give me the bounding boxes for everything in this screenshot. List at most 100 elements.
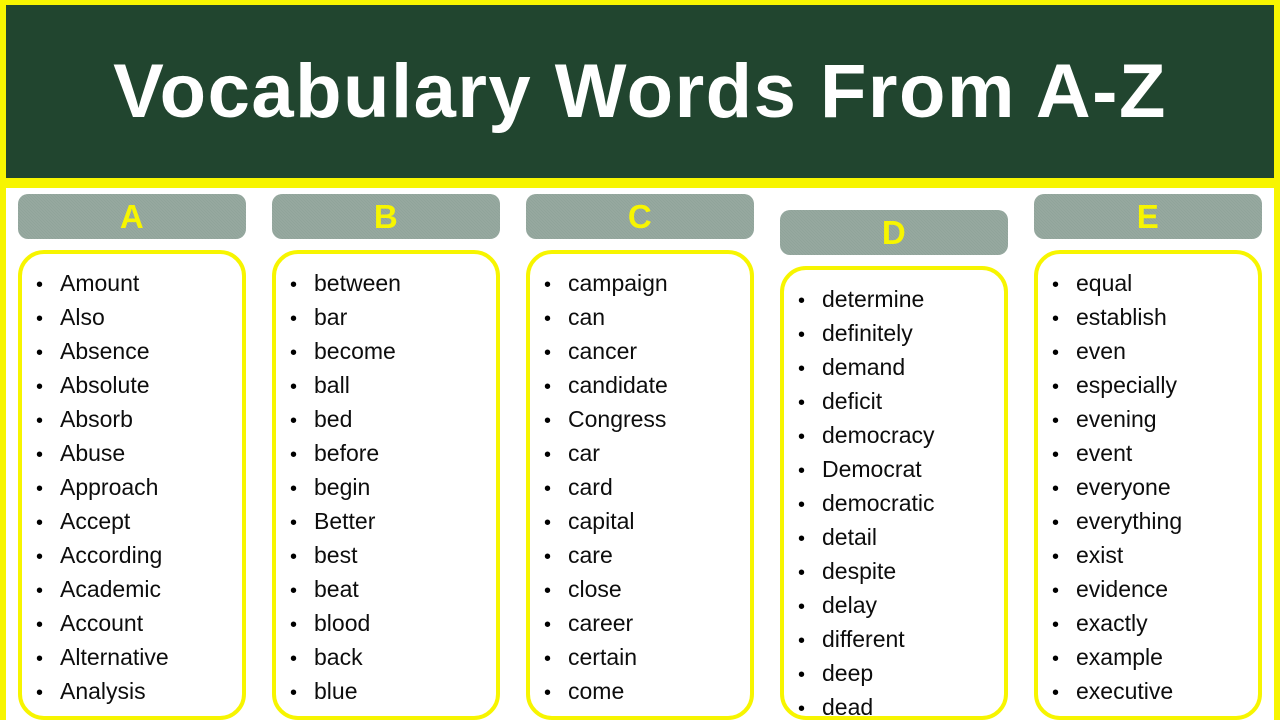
word-card-e: • equal • establish • even • especially • evening… xyxy=(1034,250,1262,720)
vocabulary-word: Absorb xyxy=(60,406,133,432)
list-item: • can xyxy=(544,301,742,335)
letter-column-e: E • equal • establish • even • especially • evenin… xyxy=(1034,194,1262,720)
bullet-icon: • xyxy=(1052,546,1060,568)
column-letter: E xyxy=(1136,198,1160,235)
page-title: Vocabulary Words From A-Z xyxy=(113,48,1167,134)
bullet-icon: • xyxy=(1052,614,1060,636)
list-item: • Better xyxy=(290,505,488,539)
list-item: • campaign xyxy=(544,267,742,301)
list-item: • everything xyxy=(1052,505,1250,539)
vocabulary-word: Alternative xyxy=(60,644,169,670)
word-list: • determine • definitely • demand • deficit • dem… xyxy=(798,283,996,720)
vocabulary-word: democracy xyxy=(822,422,935,448)
list-item: • Account xyxy=(36,607,234,641)
bullet-icon: • xyxy=(544,308,552,330)
bullet-icon: • xyxy=(544,546,552,568)
list-item: • determine xyxy=(798,283,996,317)
vocabulary-word: Account xyxy=(60,610,144,636)
word-card-d: • determine • definitely • demand • deficit • dem… xyxy=(780,266,1008,720)
column-letter: A xyxy=(119,198,145,235)
letter-column-a: A • Amount • Also • Absence • Absolute • Absorb • Ab… xyxy=(18,194,246,720)
vocabulary-word: Also xyxy=(60,304,105,330)
bullet-icon: • xyxy=(290,410,298,432)
bullet-icon: • xyxy=(544,444,552,466)
bullet-icon: • xyxy=(290,614,298,636)
list-item: • detail xyxy=(798,521,996,555)
list-item: • between xyxy=(290,267,488,301)
bullet-icon: • xyxy=(290,308,298,330)
bullet-icon: • xyxy=(290,682,298,704)
list-item: • event xyxy=(1052,437,1250,471)
bullet-icon: • xyxy=(1052,478,1060,500)
word-list: • campaign • can • cancer • candidate • Congress •… xyxy=(544,267,742,709)
vocabulary-word: Accept xyxy=(60,508,131,534)
list-item: • blue xyxy=(290,675,488,709)
bullet-icon: • xyxy=(36,580,44,602)
vocabulary-word: evening xyxy=(1076,406,1157,432)
bullet-icon: • xyxy=(798,630,806,652)
vocabulary-word: despite xyxy=(822,558,897,584)
bullet-icon: • xyxy=(544,580,552,602)
bullet-icon: • xyxy=(36,308,44,330)
word-list: • equal • establish • even • especially • evening… xyxy=(1052,267,1250,709)
vocabulary-word: best xyxy=(314,542,358,568)
list-item: • democratic xyxy=(798,487,996,521)
list-item: • everyone xyxy=(1052,471,1250,505)
vocabulary-word: everything xyxy=(1076,508,1183,534)
vocabulary-word: close xyxy=(568,576,622,602)
vocabulary-word: cancer xyxy=(568,338,638,364)
list-item: • career xyxy=(544,607,742,641)
vocabulary-word: career xyxy=(568,610,634,636)
vocabulary-word: card xyxy=(568,474,613,500)
vocabulary-word: example xyxy=(1076,644,1163,670)
list-item: • card xyxy=(544,471,742,505)
column-header-d: D xyxy=(780,210,1008,255)
bullet-icon: • xyxy=(290,546,298,568)
list-item: • come xyxy=(544,675,742,709)
list-item: • Accept xyxy=(36,505,234,539)
vocabulary-word: campaign xyxy=(568,270,668,296)
list-item: • exist xyxy=(1052,539,1250,573)
list-item: • especially xyxy=(1052,369,1250,403)
bullet-icon: • xyxy=(798,528,806,550)
bullet-icon: • xyxy=(798,698,806,720)
bullet-icon: • xyxy=(1052,648,1060,670)
vocabulary-word: exactly xyxy=(1076,610,1148,636)
bullet-icon: • xyxy=(544,512,552,534)
bullet-icon: • xyxy=(290,444,298,466)
letter-column-d: D • determine • definitely • demand • deficit • de… xyxy=(780,194,1008,720)
vocabulary-word: certain xyxy=(568,644,638,670)
bullet-icon: • xyxy=(290,342,298,364)
list-item: • ball xyxy=(290,369,488,403)
vocabulary-word: establish xyxy=(1076,304,1167,330)
vocabulary-word: care xyxy=(568,542,613,568)
list-item: • bar xyxy=(290,301,488,335)
vocabulary-word: capital xyxy=(568,508,635,534)
vocabulary-word: can xyxy=(568,304,606,330)
list-item: • definitely xyxy=(798,317,996,351)
vocabulary-word: beat xyxy=(314,576,359,602)
list-item: • blood xyxy=(290,607,488,641)
vocabulary-word: dead xyxy=(822,694,874,720)
vocabulary-word: everyone xyxy=(1076,474,1171,500)
bullet-icon: • xyxy=(1052,580,1060,602)
list-item: • beat xyxy=(290,573,488,607)
vocabulary-word: deep xyxy=(822,660,874,686)
list-item: • establish xyxy=(1052,301,1250,335)
column-header-e: E xyxy=(1034,194,1262,239)
vocabulary-word: especially xyxy=(1076,372,1177,398)
list-item: • Amount xyxy=(36,267,234,301)
bullet-icon: • xyxy=(36,410,44,432)
bullet-icon: • xyxy=(1052,308,1060,330)
bullet-icon: • xyxy=(1052,274,1060,296)
vocabulary-word: Analysis xyxy=(60,678,146,704)
list-item: • cancer xyxy=(544,335,742,369)
bullet-icon: • xyxy=(290,512,298,534)
vocabulary-word: democratic xyxy=(822,490,935,516)
title-banner-inner: Vocabulary Words From A-Z xyxy=(6,5,1274,178)
bullet-icon: • xyxy=(36,376,44,398)
column-header-b: B xyxy=(272,194,500,239)
bullet-icon: • xyxy=(36,614,44,636)
list-item: • exactly xyxy=(1052,607,1250,641)
vocabulary-word: between xyxy=(314,270,401,296)
